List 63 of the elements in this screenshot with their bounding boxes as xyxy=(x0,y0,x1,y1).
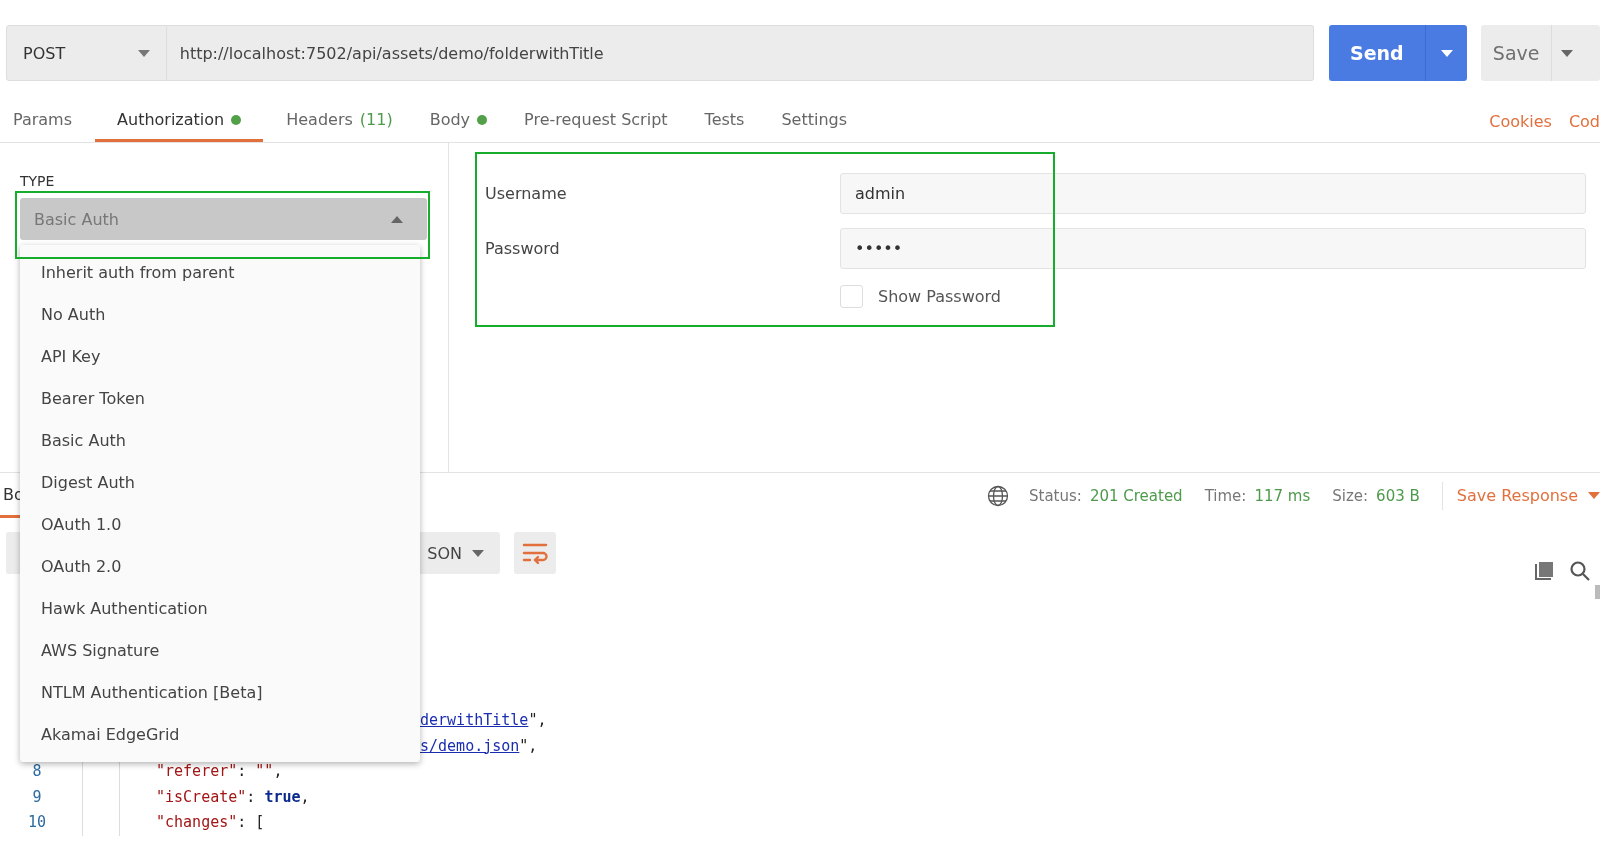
request-tab[interactable]: Params xyxy=(0,100,87,142)
tab-label: Headers xyxy=(286,110,353,129)
globe-icon[interactable] xyxy=(987,484,1009,507)
tab-label: Authorization xyxy=(117,110,225,129)
input-field[interactable]: ••••• xyxy=(840,228,1586,269)
request-tab[interactable]: Body xyxy=(415,100,502,142)
status-label: Status: xyxy=(1029,486,1082,505)
save-button[interactable]: Save xyxy=(1481,25,1600,81)
tab-label: Tests xyxy=(704,110,745,129)
time-label: Time: xyxy=(1204,486,1247,505)
caret-icon xyxy=(1440,49,1453,57)
wrap-lines-button[interactable] xyxy=(514,532,556,574)
scrollbar-thumb[interactable] xyxy=(1595,585,1600,599)
url-field[interactable]: http://localhost:7502/api/assets/demo/folderwithTitle xyxy=(166,25,1314,81)
menu-option[interactable]: Bearer Token xyxy=(20,377,420,419)
code-line: derwithTitle", xyxy=(420,710,547,731)
size-label: Size: xyxy=(1332,486,1369,505)
code-line: s/demo.json", xyxy=(420,735,538,757)
request-tab[interactable]: Settings xyxy=(767,100,862,142)
field-label: Password xyxy=(485,239,561,258)
request-tab[interactable]: Tests xyxy=(690,100,759,142)
menu-option[interactable]: NTLM Authentication [Beta] xyxy=(20,671,420,713)
checkbox-label: Show Password xyxy=(878,287,1001,306)
menu-option[interactable]: API Key xyxy=(20,335,420,377)
time-value: 117 ms xyxy=(1254,486,1311,505)
line-number: 9 xyxy=(31,786,43,808)
input-field[interactable]: admin xyxy=(840,173,1586,214)
menu-option[interactable]: Hawk Authentication xyxy=(20,587,420,629)
caret-icon xyxy=(391,215,403,223)
menu-option[interactable]: Basic Auth xyxy=(20,419,420,461)
menu-option[interactable]: Akamai EdgeGrid xyxy=(20,713,420,755)
caret-icon xyxy=(1560,49,1573,57)
tab-label: Pre-request Script xyxy=(524,110,668,129)
copy-icon[interactable] xyxy=(1534,561,1554,582)
request-tab[interactable]: Pre-request Script xyxy=(510,100,682,142)
send-button[interactable]: Send xyxy=(1328,25,1468,81)
search-icon[interactable] xyxy=(1570,561,1590,581)
status-value: 201 Created xyxy=(1089,486,1183,505)
checkbox[interactable] xyxy=(840,285,863,308)
tab-label: Params xyxy=(13,110,73,129)
wrap-lines-icon xyxy=(522,542,548,564)
line-number: 10 xyxy=(26,812,48,833)
tab-label: Settings xyxy=(781,110,848,129)
caret-icon xyxy=(1588,492,1600,499)
tab-label: Body xyxy=(429,110,471,129)
request-tab[interactable]: Authorization xyxy=(95,100,264,142)
caret-icon xyxy=(137,49,150,57)
code-line: "changes": [ xyxy=(155,812,266,833)
caret-icon xyxy=(472,549,484,557)
code-line: "referer": "", xyxy=(155,761,284,782)
tab-count: (11) xyxy=(359,110,393,129)
line-number: 8 xyxy=(31,761,43,782)
menu-option[interactable]: Inherit auth from parent xyxy=(20,251,420,293)
method-dropdown[interactable]: POST xyxy=(6,25,167,81)
save-action[interactable]: Save xyxy=(1481,25,1552,81)
request-tab[interactable]: Headers (11) xyxy=(272,100,407,142)
type-label: TYPE xyxy=(20,173,56,189)
field-label: Username xyxy=(485,184,568,203)
send-action[interactable]: Send xyxy=(1328,25,1426,81)
menu-option[interactable]: No Auth xyxy=(20,293,420,335)
menu-option[interactable]: AWS Signature xyxy=(20,629,420,671)
code-line: "isCreate": true, xyxy=(155,786,311,808)
size-value: 603 B xyxy=(1376,486,1420,505)
